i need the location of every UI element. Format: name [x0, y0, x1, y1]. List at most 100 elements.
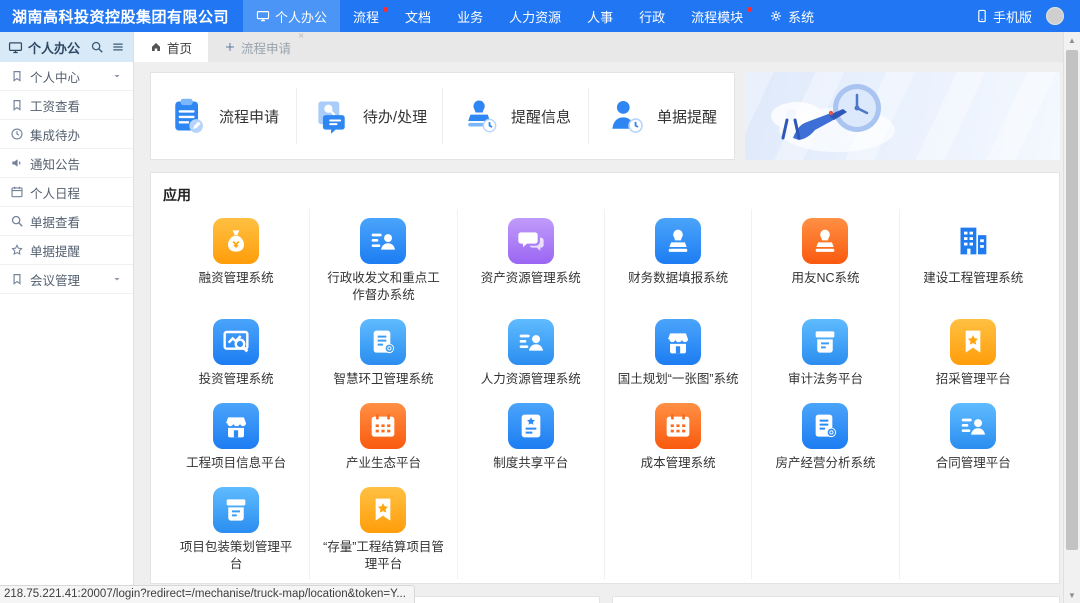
- scroll-down-arrow-icon[interactable]: ▼: [1064, 587, 1080, 603]
- sidebar-item-label: 工资查看: [30, 96, 80, 115]
- app-item[interactable]: “存量”工程结算项目管理平台: [310, 478, 457, 579]
- scrollbar-thumb[interactable]: [1066, 50, 1078, 550]
- buildings-icon: [953, 221, 993, 261]
- nav-item[interactable]: 业务: [444, 0, 496, 32]
- sidebar-item[interactable]: 工资查看: [0, 91, 133, 120]
- sidebar-item[interactable]: 会议管理: [0, 265, 133, 294]
- nav-item-label: 业务: [457, 7, 483, 26]
- app-tile: [802, 319, 848, 365]
- app-item[interactable]: 成本管理系统: [605, 394, 752, 478]
- nav-item[interactable]: 系统: [756, 0, 827, 32]
- tab[interactable]: 流程申请×: [208, 32, 307, 62]
- app-item[interactable]: 产业生态平台: [310, 394, 457, 478]
- doc-gear-icon: [367, 326, 399, 358]
- sidebar-item-label: 通知公告: [30, 154, 80, 173]
- close-icon[interactable]: ×: [298, 32, 304, 42]
- person-list-icon: [367, 225, 399, 257]
- search-icon: [10, 214, 24, 228]
- app-item[interactable]: 投资管理系统: [163, 310, 310, 394]
- app-item[interactable]: 项目包装策划管理平台: [163, 478, 310, 579]
- app-tile: [802, 403, 848, 449]
- app-item[interactable]: 行政收发文和重点工作督办系统: [310, 209, 457, 310]
- app-item[interactable]: 工程项目信息平台: [163, 394, 310, 478]
- quick-action-item[interactable]: 提醒信息: [443, 88, 589, 144]
- sidebar-item[interactable]: 单据提醒: [0, 236, 133, 265]
- sidebar-item[interactable]: 集成待办: [0, 120, 133, 149]
- sidebar-item-label: 单据查看: [30, 212, 80, 231]
- search-icon[interactable]: [90, 40, 104, 54]
- app-label: 智慧环卫管理系统: [322, 371, 444, 388]
- sidebar-item[interactable]: 个人日程: [0, 178, 133, 207]
- bookmark-icon: [10, 272, 24, 286]
- app-label: 房产经营分析系统: [764, 455, 886, 472]
- mobile-version-button[interactable]: 手机版: [975, 7, 1032, 26]
- app-item[interactable]: 国土规划“一张图”系统: [605, 310, 752, 394]
- app-label: 财务数据填报系统: [617, 270, 739, 287]
- quick-action-item[interactable]: 单据提醒: [589, 88, 734, 144]
- sidebar-item-label: 集成待办: [30, 125, 80, 144]
- app-item[interactable]: 制度共享平台: [458, 394, 605, 478]
- app-item[interactable]: 融资管理系统: [163, 209, 310, 310]
- nav-item-label: 系统: [788, 7, 814, 26]
- app-item[interactable]: 房产经营分析系统: [752, 394, 899, 478]
- nav-item[interactable]: 文档: [392, 0, 444, 32]
- doc-gear-icon: [809, 410, 841, 442]
- app-item[interactable]: 财务数据填报系统: [605, 209, 752, 310]
- plus-icon: [224, 41, 236, 53]
- sidebar-item[interactable]: 通知公告: [0, 149, 133, 178]
- app-item[interactable]: 资产资源管理系统: [458, 209, 605, 310]
- apps-grid: 融资管理系统行政收发文和重点工作督办系统资产资源管理系统财务数据填报系统用友NC…: [163, 209, 1047, 579]
- chevron-down-icon[interactable]: [111, 70, 123, 82]
- nav-item[interactable]: 人力资源: [496, 0, 574, 32]
- user-avatar[interactable]: [1046, 7, 1064, 25]
- person-list-icon: [515, 326, 547, 358]
- app-tile: [655, 403, 701, 449]
- nav-item-label: 流程: [353, 7, 379, 26]
- browser-status-bar: 218.75.221.41:20007/login?redirect=/mech…: [0, 585, 415, 603]
- sidebar-header: 个人办公: [0, 32, 133, 62]
- quick-action-item[interactable]: 流程申请: [151, 88, 297, 144]
- app-label: 行政收发文和重点工作督办系统: [322, 270, 444, 304]
- vertical-scrollbar[interactable]: ▲ ▼: [1063, 32, 1080, 603]
- app-item[interactable]: 招采管理平台: [900, 310, 1047, 394]
- apps-card: 应用 融资管理系统行政收发文和重点工作督办系统资产资源管理系统财务数据填报系统用…: [150, 172, 1060, 584]
- quick-action-label: 单据提醒: [657, 106, 717, 127]
- nav-item[interactable]: 人事: [574, 0, 626, 32]
- company-brand: 湖南高科投资控股集团有限公司: [0, 6, 243, 27]
- empty-cell: [605, 478, 752, 579]
- app-tile: [213, 319, 259, 365]
- app-item[interactable]: 审计法务平台: [752, 310, 899, 394]
- app-item[interactable]: 建设工程管理系统: [900, 209, 1047, 310]
- empty-cell: [458, 478, 605, 579]
- quick-entry-panel: 快捷入口 198秒后刷新>> 流程申请集成待办: [612, 596, 1060, 603]
- app-item[interactable]: 人力资源管理系统: [458, 310, 605, 394]
- nav-item-label: 人力资源: [509, 7, 561, 26]
- menu-icon[interactable]: [111, 40, 125, 54]
- sidebar-item[interactable]: 个人中心: [0, 62, 133, 91]
- app-tile: [655, 319, 701, 365]
- nav-item[interactable]: 行政: [626, 0, 678, 32]
- nav-item[interactable]: 流程模块: [678, 0, 756, 32]
- quick-action-item[interactable]: 待办/处理: [297, 88, 443, 144]
- app-tile: [360, 218, 406, 264]
- nav-item-label: 流程模块: [691, 7, 743, 26]
- tab[interactable]: 首页: [134, 32, 208, 62]
- chevron-down-icon[interactable]: [111, 273, 123, 285]
- bookmark-star-icon: [367, 494, 399, 526]
- quick-action-label: 流程申请: [219, 106, 279, 127]
- nav-item[interactable]: 流程: [340, 0, 392, 32]
- tab-bar: 首页流程申请×: [134, 32, 1080, 62]
- nav-item[interactable]: 个人办公: [243, 0, 340, 32]
- sidebar-menu: 个人中心工资查看集成待办通知公告个人日程单据查看单据提醒会议管理: [0, 62, 133, 294]
- page-layout: 个人办公 个人中心工资查看集成待办通知公告个人日程单据查看单据提醒会议管理 首页…: [0, 32, 1080, 603]
- app-label: 审计法务平台: [764, 371, 886, 388]
- app-item[interactable]: 合同管理平台: [900, 394, 1047, 478]
- quick-action-label: 待办/处理: [363, 106, 427, 127]
- app-item[interactable]: 智慧环卫管理系统: [310, 310, 457, 394]
- sidebar-item[interactable]: 单据查看: [0, 207, 133, 236]
- mobile-version-label: 手机版: [993, 7, 1032, 26]
- app-label: 国土规划“一张图”系统: [617, 371, 739, 388]
- app-item[interactable]: 用友NC系统: [752, 209, 899, 310]
- topnav-right: 手机版: [975, 7, 1080, 26]
- scroll-up-arrow-icon[interactable]: ▲: [1064, 32, 1080, 48]
